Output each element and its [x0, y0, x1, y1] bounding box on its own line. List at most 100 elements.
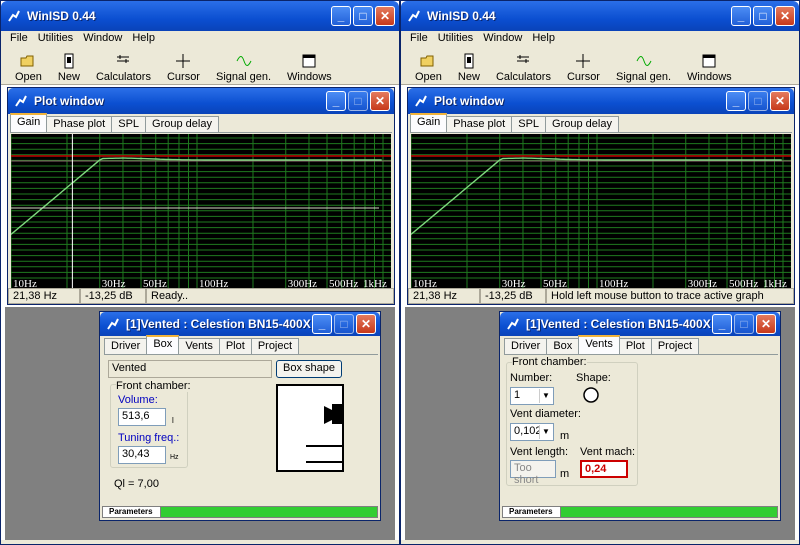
cursor-button[interactable]: Cursor [559, 47, 608, 83]
menu-help[interactable]: Help [127, 31, 160, 47]
vent-length-input[interactable]: Too short [510, 460, 556, 486]
number-label: Number: [510, 372, 553, 384]
chevron-down-icon[interactable]: ▼ [539, 425, 552, 439]
close-button[interactable]: ✕ [775, 6, 795, 26]
winisd-window-right: WinISD 0.44 _ □ ✕ File Utilities Window … [400, 0, 800, 545]
box-window: [1]Vented : Celestion BN15-400X _ □ ✕ Dr… [99, 311, 381, 521]
tab-phase-plot[interactable]: Phase plot [46, 116, 113, 132]
signal-icon [236, 56, 251, 66]
gain-graph[interactable]: 10Hz 30Hz 50Hz 100Hz 300Hz 500Hz 1kHz [11, 134, 391, 290]
menu-window[interactable]: Window [478, 31, 527, 47]
close-button[interactable]: ✕ [375, 6, 395, 26]
calculators-button[interactable]: Calculators [488, 47, 559, 83]
tab-spl[interactable]: SPL [511, 116, 547, 132]
progress-label: Parameters [103, 507, 161, 517]
tab-project[interactable]: Project [650, 338, 700, 354]
plot-statusbar: 21,38 Hz -13,25 dB Hold left mouse butto… [408, 288, 794, 304]
close-button[interactable]: ✕ [770, 91, 790, 111]
shape-label: Shape: [576, 372, 611, 384]
speaker-box-icon [464, 53, 474, 69]
winisd-logo-icon [15, 95, 27, 107]
tab-box[interactable]: Box [146, 335, 180, 354]
maximize-button[interactable]: □ [748, 91, 768, 111]
toolbar: Open New Calculators Cursor Signal gen. … [1, 47, 399, 85]
tab-spl[interactable]: SPL [111, 116, 147, 132]
folder-icon [20, 55, 34, 67]
app-titlebar[interactable]: WinISD 0.44 _ □ ✕ [401, 1, 799, 31]
minimize-button[interactable]: _ [326, 91, 346, 111]
tab-phase-plot[interactable]: Phase plot [446, 116, 513, 132]
maximize-button[interactable]: □ [348, 91, 368, 111]
chevron-down-icon[interactable]: ▼ [539, 389, 552, 403]
signal-gen-button[interactable]: Signal gen. [208, 47, 279, 83]
ql-value: Ql = 7,00 [114, 478, 159, 490]
signal-icon [636, 56, 651, 66]
minimize-button[interactable]: _ [726, 91, 746, 111]
open-button[interactable]: Open [7, 47, 50, 83]
tab-gain[interactable]: Gain [10, 113, 48, 132]
close-button[interactable]: ✕ [370, 91, 390, 111]
tab-driver[interactable]: Driver [104, 338, 148, 354]
progress-fill [561, 507, 777, 517]
tab-vents[interactable]: Vents [578, 335, 620, 354]
tab-plot[interactable]: Plot [618, 338, 652, 354]
maximize-button[interactable]: □ [353, 6, 373, 26]
menu-window[interactable]: Window [78, 31, 127, 47]
minimize-button[interactable]: _ [712, 314, 732, 334]
tab-vents[interactable]: Vents [178, 338, 220, 354]
menu-file[interactable]: File [405, 31, 433, 47]
box-shape-button[interactable]: Box shape [276, 360, 342, 378]
menu-file[interactable]: File [5, 31, 33, 47]
app-title: WinISD 0.44 [27, 9, 96, 23]
bottom-scrollbar[interactable] [401, 540, 799, 544]
status-gain: -13,25 dB [80, 288, 146, 304]
status-frequency: 21,38 Hz [8, 288, 80, 304]
signal-gen-button[interactable]: Signal gen. [608, 47, 679, 83]
tab-project[interactable]: Project [250, 338, 300, 354]
windows-button[interactable]: Windows [279, 47, 340, 83]
menu-utilities[interactable]: Utilities [33, 31, 78, 47]
plot-titlebar[interactable]: Plot window _ □ ✕ [408, 88, 794, 114]
status-message: Hold left mouse button to trace active g… [546, 288, 794, 304]
progress-label: Parameters [503, 507, 561, 517]
tab-group-delay[interactable]: Group delay [545, 116, 619, 132]
tab-box[interactable]: Box [546, 338, 580, 354]
tab-gain[interactable]: Gain [410, 113, 448, 132]
new-button[interactable]: New [50, 47, 88, 83]
winisd-logo-icon [415, 95, 427, 107]
number-select[interactable]: 1 ▼ [510, 387, 554, 405]
close-button[interactable]: ✕ [356, 314, 376, 334]
minimize-button[interactable]: _ [331, 6, 351, 26]
vents-tabs: Driver Box Vents Plot Project [504, 335, 778, 355]
vent-diameter-select[interactable]: 0,102 ▼ [510, 423, 554, 441]
maximize-button[interactable]: □ [753, 6, 773, 26]
new-button[interactable]: New [450, 47, 488, 83]
parameters-progress: Parameters [502, 506, 778, 518]
tab-plot[interactable]: Plot [218, 338, 252, 354]
volume-input[interactable]: 513,6 [118, 408, 166, 426]
bottom-scrollbar[interactable] [1, 540, 399, 544]
open-button[interactable]: Open [407, 47, 450, 83]
round-shape-icon[interactable] [582, 386, 600, 404]
minimize-button[interactable]: _ [731, 6, 751, 26]
tab-group-delay[interactable]: Group delay [145, 116, 219, 132]
vents-titlebar[interactable]: [1]Vented : Celestion BN15-400X _ □ ✕ [500, 312, 780, 336]
menubar: File Utilities Window Help [1, 31, 399, 47]
windows-button[interactable]: Windows [679, 47, 740, 83]
tab-driver[interactable]: Driver [504, 338, 548, 354]
gain-graph[interactable]: 10Hz 30Hz 50Hz 100Hz 300Hz 500Hz 1kHz [411, 134, 791, 290]
minimize-button[interactable]: _ [312, 314, 332, 334]
close-button[interactable]: ✕ [756, 314, 776, 334]
plot-titlebar[interactable]: Plot window _ □ ✕ [8, 88, 394, 114]
calculators-button[interactable]: Calculators [88, 47, 159, 83]
menu-utilities[interactable]: Utilities [433, 31, 478, 47]
tuning-input[interactable]: 30,43 [118, 446, 166, 464]
plot-title: Plot window [34, 94, 104, 108]
box-titlebar[interactable]: [1]Vented : Celestion BN15-400X _ □ ✕ [100, 312, 380, 336]
app-titlebar[interactable]: WinISD 0.44 _ □ ✕ [1, 1, 399, 31]
vent-mach-value: 0,24 [580, 460, 628, 478]
maximize-button[interactable]: □ [334, 314, 354, 334]
cursor-button[interactable]: Cursor [159, 47, 208, 83]
maximize-button[interactable]: □ [734, 314, 754, 334]
menu-help[interactable]: Help [527, 31, 560, 47]
